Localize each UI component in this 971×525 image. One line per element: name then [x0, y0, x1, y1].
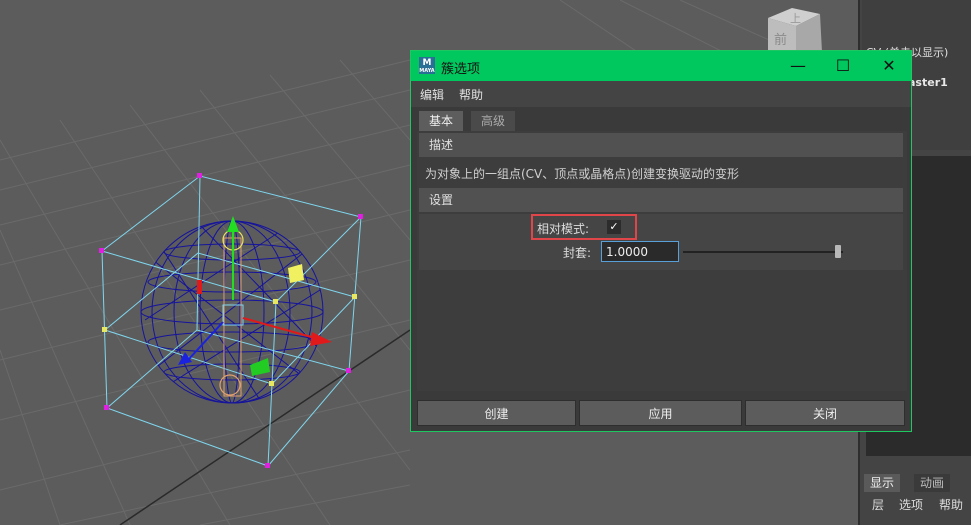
title-bar[interactable]: M MAYA 簇选项 — ☐ ✕ [411, 51, 911, 81]
description-text: 为对象上的一组点(CV、顶点或晶格点)创建变换驱动的变形 [425, 167, 739, 181]
tab-basic[interactable]: 基本 [419, 111, 464, 131]
envelope-input[interactable] [601, 241, 679, 262]
relative-mode-checkbox[interactable]: ✓ [607, 220, 621, 234]
close-button[interactable]: 关闭 [745, 400, 905, 426]
app-icon-sub: MAYA [419, 68, 435, 74]
node-name[interactable]: aster1 [908, 76, 948, 89]
menu-layers[interactable]: 层 [872, 496, 884, 513]
settings-area: 相对模式: ✓ 封套: [419, 214, 903, 270]
tab-animation[interactable]: 动画 [914, 474, 951, 492]
view-cube[interactable]: 上 前 [762, 2, 826, 52]
tab-display[interactable]: 显示 [864, 474, 901, 492]
menu-options[interactable]: 选项 [899, 496, 923, 513]
apply-button[interactable]: 应用 [579, 400, 742, 426]
button-bar: 创建 应用 关闭 [411, 396, 911, 432]
relative-mode-label: 相对模式: [537, 222, 590, 236]
window-title: 簇选项 [441, 62, 481, 77]
envelope-slider-handle[interactable] [835, 245, 841, 258]
view-cube-front-label: 前 [774, 32, 787, 48]
description-section-header[interactable]: 描述 [419, 133, 903, 157]
menu-bar: 编辑 帮助 [411, 81, 911, 107]
maya-app-icon: M MAYA [419, 57, 435, 74]
close-window-button[interactable]: ✕ [866, 51, 912, 81]
app-icon-letter: M [422, 58, 432, 68]
options-content: 描述 为对象上的一组点(CV、顶点或晶格点)创建变换驱动的变形 设置 相对模式:… [417, 131, 907, 391]
tab-strip: 基本 高级 [417, 109, 905, 131]
maximize-button[interactable]: ☐ [820, 51, 866, 81]
settings-section-header[interactable]: 设置 [419, 188, 903, 212]
minimize-button[interactable]: — [775, 51, 821, 81]
envelope-slider-track[interactable] [683, 251, 843, 253]
view-cube-graphic: 上 前 [768, 8, 822, 52]
menu-edit[interactable]: 编辑 [420, 86, 444, 103]
cluster-options-dialog: M MAYA 簇选项 — ☐ ✕ 编辑 帮助 基本 高级 描述 为对象上的一组点… [410, 50, 912, 432]
view-cube-top-label: 上 [790, 12, 801, 25]
create-button[interactable]: 创建 [417, 400, 576, 426]
tab-advanced[interactable]: 高级 [471, 111, 516, 131]
envelope-label: 封套: [563, 246, 592, 260]
menu-help[interactable]: 帮助 [459, 86, 483, 103]
menu-help[interactable]: 帮助 [939, 496, 963, 513]
